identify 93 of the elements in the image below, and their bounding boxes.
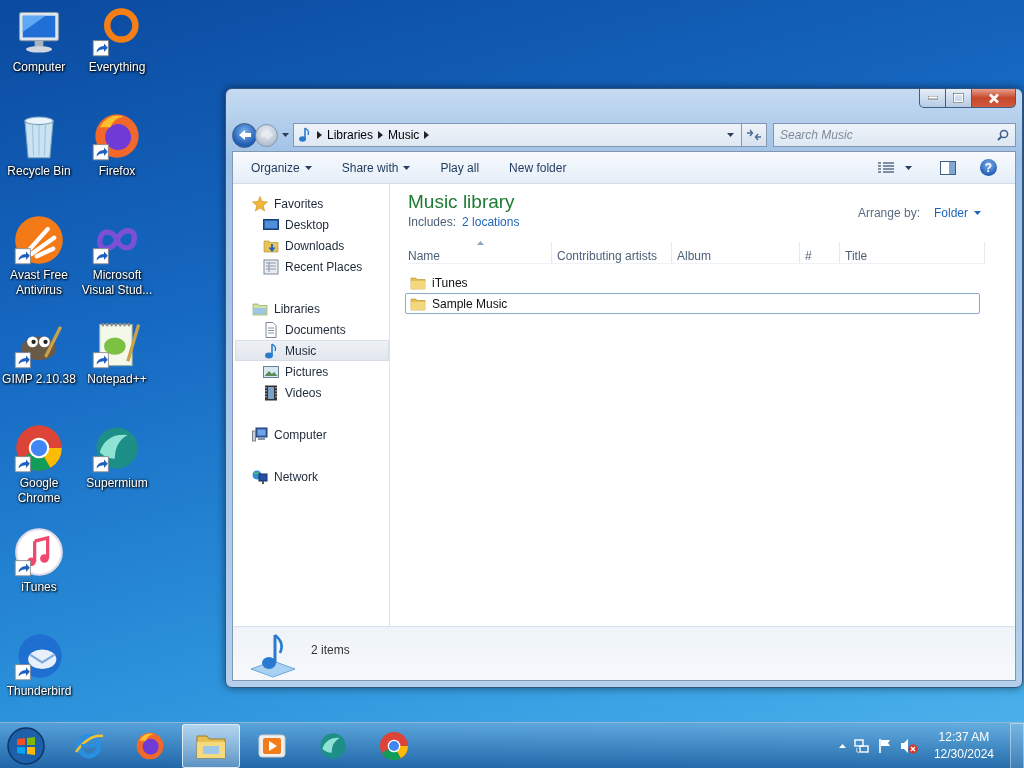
nav-item[interactable]: Downloads	[233, 235, 389, 256]
nav-item[interactable]: Network	[233, 466, 389, 487]
chevron-icon[interactable]	[317, 131, 322, 139]
breadcrumb-link[interactable]: Music	[388, 126, 420, 144]
caret-icon	[905, 165, 912, 170]
start-orb-icon	[6, 725, 46, 766]
desktop-icon-label[interactable]: Avast Free Antivirus	[0, 268, 78, 298]
minimize-button[interactable]	[919, 89, 946, 108]
music-note-icon	[298, 127, 312, 143]
toolbar-button[interactable]: Organize	[243, 155, 320, 180]
minimize-icon	[927, 96, 938, 100]
desktop-icon-label[interactable]: Notepad++	[87, 372, 147, 387]
desktop-icon-label[interactable]: Recycle Bin	[7, 164, 71, 179]
caret-icon	[403, 165, 411, 170]
film-icon	[263, 384, 279, 401]
nav-item[interactable]: Documents	[233, 319, 389, 340]
nav-item[interactable]: Music	[235, 340, 389, 361]
includes-label: Includes:	[408, 214, 457, 231]
desktop-icon-label[interactable]: Everything	[88, 60, 146, 75]
desktop-icon-label[interactable]: Computer	[12, 60, 66, 75]
maximize-icon	[953, 93, 964, 103]
folder-icon	[263, 237, 279, 254]
desktop-icon-label[interactable]: Google Chrome	[0, 476, 78, 506]
caret-icon[interactable]	[282, 133, 289, 137]
file-row[interactable]: iTunes	[405, 272, 980, 293]
library-title: Music library	[408, 190, 516, 213]
desktop-icon-label[interactable]: Microsoft Visual Stud...	[78, 268, 156, 298]
column-header[interactable]: Album	[672, 242, 800, 263]
caret-icon	[304, 165, 312, 170]
wheel-icon	[378, 729, 410, 762]
details-view-icon	[878, 161, 894, 174]
nav-item[interactable]: Computer	[233, 424, 389, 445]
caret-icon[interactable]	[727, 133, 734, 137]
nav-item[interactable]: Videos	[233, 382, 389, 403]
star-icon	[252, 195, 268, 212]
flag-icon[interactable]	[877, 737, 892, 754]
search-icon[interactable]	[997, 129, 1009, 141]
network-icon[interactable]	[853, 737, 870, 754]
sort-caret-icon	[476, 241, 484, 245]
monitor-icon	[263, 216, 279, 233]
column-header[interactable]: Title	[840, 242, 985, 263]
show-desktop-button[interactable]	[1010, 722, 1024, 768]
refresh-arrows-icon	[746, 129, 762, 141]
folder-icon	[252, 300, 268, 317]
burst-icon[interactable]	[13, 214, 65, 266]
close-button[interactable]	[972, 89, 1016, 108]
computer-icon	[252, 426, 268, 443]
caret-icon	[974, 211, 981, 215]
caret-up-icon[interactable]	[838, 743, 846, 748]
toolbar-button[interactable]: Share with	[333, 155, 419, 180]
music-library-icon	[249, 633, 297, 679]
nav-item[interactable]: Desktop	[233, 214, 389, 235]
nav-item[interactable]: Libraries	[233, 298, 389, 319]
pane-icon	[940, 160, 956, 175]
search-field[interactable]: Search Music	[773, 123, 1016, 147]
network-icon	[252, 468, 268, 485]
desktop-icon-label[interactable]: Firefox	[98, 164, 136, 179]
close-icon	[987, 92, 1000, 104]
desktop-icon-label[interactable]: iTunes	[21, 580, 57, 595]
wheel-icon[interactable]	[13, 422, 65, 474]
folder-icon	[410, 296, 426, 311]
chevron-icon[interactable]	[378, 131, 384, 139]
nav-item[interactable]: Recent Places	[233, 256, 389, 277]
column-header[interactable]: #	[800, 242, 840, 263]
clock-date[interactable]: 12/30/2024	[933, 745, 994, 763]
breadcrumb-link[interactable]: Libraries	[327, 126, 374, 144]
taskbar-button[interactable]	[182, 723, 240, 768]
desktop-icon-label[interactable]: GIMP 2.10.38	[2, 372, 76, 387]
folder-icon	[410, 275, 426, 290]
music-note-icon[interactable]	[13, 526, 65, 578]
document-icon	[263, 321, 279, 338]
item-count: 2 items	[311, 642, 350, 659]
grid-icon	[263, 258, 279, 275]
refresh-button[interactable]	[741, 123, 767, 147]
address-bar[interactable]: Libraries Music	[293, 123, 742, 147]
nav-item[interactable]: Pictures	[233, 361, 389, 382]
desktop-icon-label[interactable]: Supermium	[86, 476, 148, 491]
back-button[interactable]	[232, 122, 257, 148]
toolbar-button[interactable]: Play all	[432, 155, 488, 180]
picture-icon	[263, 363, 279, 380]
arrange-by-label: Arrange by:	[857, 205, 920, 222]
speaker-muted-icon[interactable]	[899, 737, 918, 754]
arrow-left-icon	[237, 129, 252, 141]
chevron-icon[interactable]	[424, 131, 430, 139]
locations-link[interactable]: 2 locations	[462, 213, 520, 231]
toolbar-button[interactable]: New folder	[501, 155, 575, 180]
nav-item[interactable]: Favorites	[233, 193, 389, 214]
maximize-button[interactable]	[946, 89, 972, 108]
column-header[interactable]: Name	[408, 242, 552, 263]
music-note-icon	[263, 342, 279, 359]
arrange-by-dropdown[interactable]: Folder	[934, 204, 981, 222]
column-header[interactable]: Contributing artists	[552, 242, 672, 263]
file-row[interactable]: Sample Music	[405, 293, 980, 314]
